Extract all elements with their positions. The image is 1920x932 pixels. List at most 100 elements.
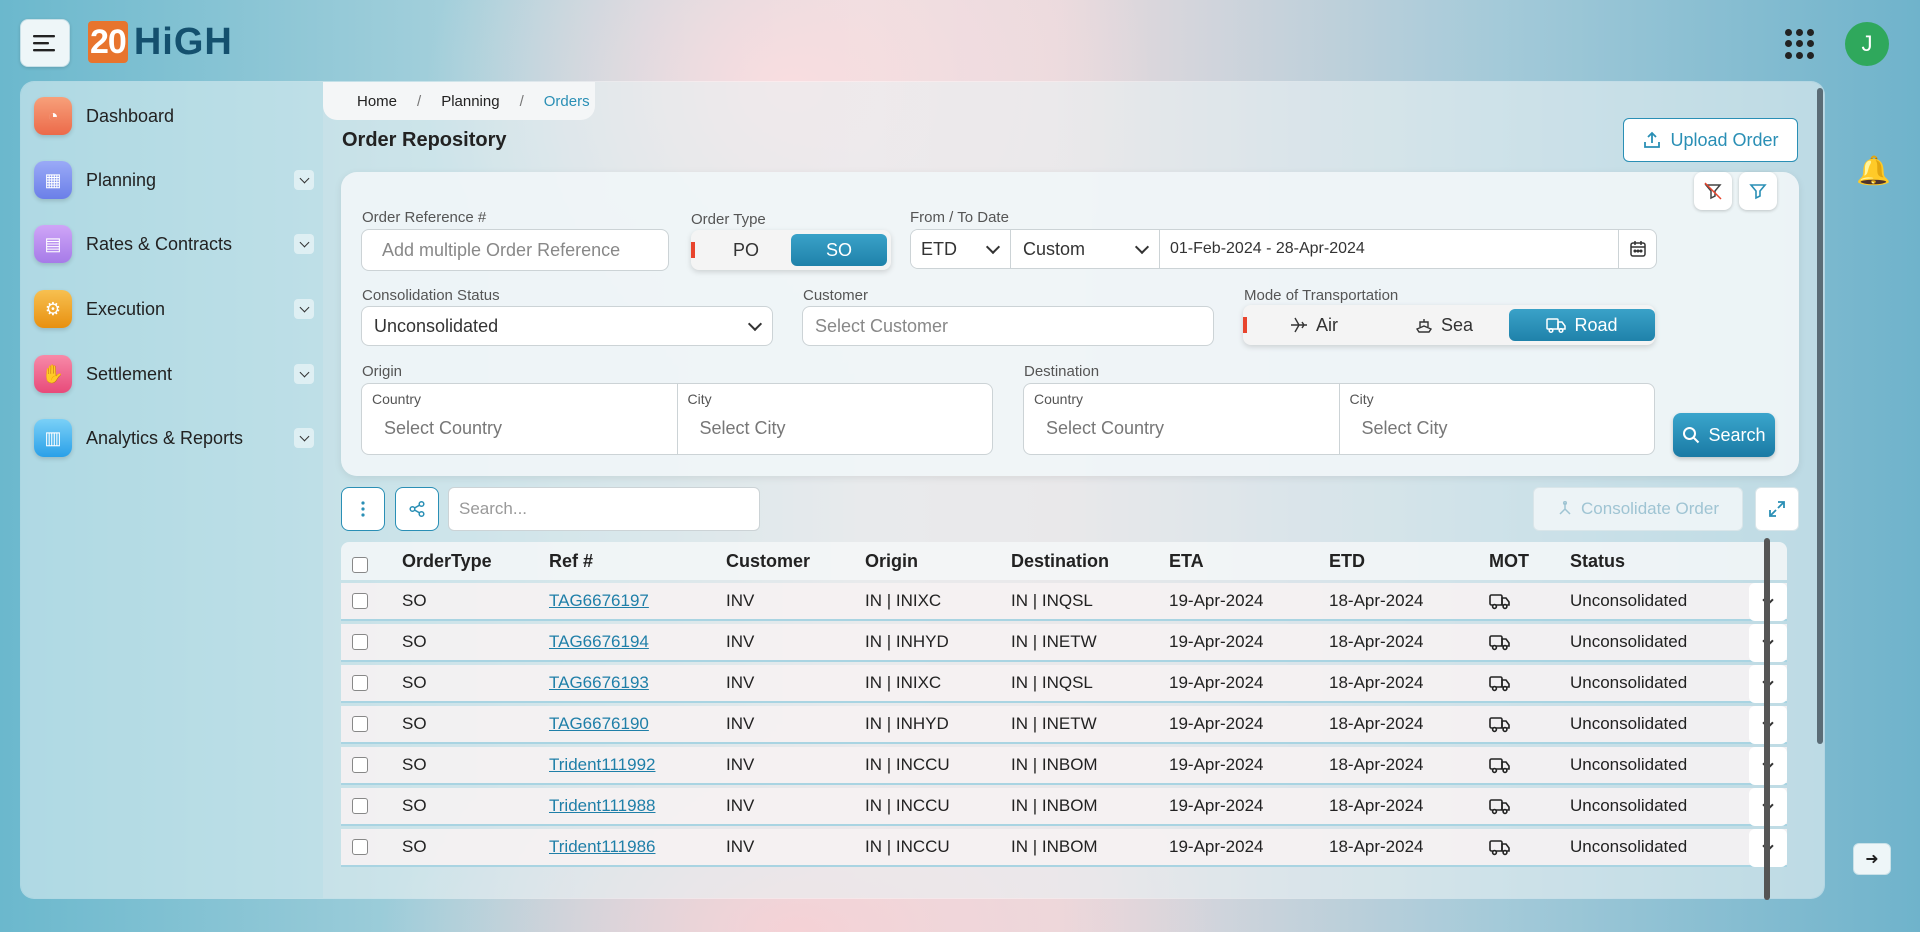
col-ref[interactable]: Ref # — [549, 542, 593, 580]
cell-origin: IN | INIXC — [865, 591, 942, 610]
customer-input[interactable]: Select Customer — [802, 306, 1214, 346]
origin-country-input[interactable]: Select Country — [384, 418, 502, 439]
cell-ref-link[interactable]: Trident111992 — [549, 747, 655, 783]
col-destination[interactable]: Destination — [1011, 542, 1109, 580]
filter-button[interactable] — [1739, 172, 1777, 210]
col-customer[interactable]: Customer — [726, 542, 810, 580]
date-range-input[interactable]: 01-Feb-2024 - 28-Apr-2024 — [1160, 230, 1620, 268]
destination-city-field[interactable]: City Select City — [1340, 384, 1655, 454]
consolidation-value: Unconsolidated — [374, 315, 499, 336]
cell-ref-link[interactable]: Trident111986 — [549, 829, 655, 865]
sidebar-item-analytics-reports[interactable]: ▥ Analytics & Reports — [34, 417, 314, 459]
row-checkbox[interactable] — [352, 583, 368, 619]
sidebar-item-settlement[interactable]: ✋ Settlement — [34, 353, 314, 395]
breadcrumb-home[interactable]: Home — [357, 93, 397, 110]
checkbox[interactable] — [352, 839, 368, 855]
clear-filter-button[interactable] — [1694, 172, 1732, 210]
mot-toggle: Air Sea Road — [1243, 305, 1655, 345]
arrow-right-icon: ➜ — [1865, 851, 1879, 868]
sidebar-item-execution[interactable]: ⚙ Execution — [34, 288, 314, 330]
select-all-checkbox[interactable] — [352, 546, 368, 584]
destination-country-field[interactable]: Country Select Country — [1024, 384, 1340, 454]
cell-ref-link[interactable]: TAG6676190 — [549, 706, 649, 742]
row-checkbox[interactable] — [352, 665, 368, 701]
table-row[interactable]: SO TAG6676197 INV IN | INIXC IN | INQSL 19-Ap… — [341, 583, 1787, 621]
mot-road[interactable]: Road — [1509, 309, 1655, 341]
order-type-so[interactable]: SO — [791, 234, 887, 266]
cell-ref-link[interactable]: TAG6676194 — [549, 624, 649, 660]
order-ref-input[interactable]: Add multiple Order Reference — [361, 229, 669, 271]
col-ordertype[interactable]: OrderType — [402, 542, 492, 580]
row-checkbox[interactable] — [352, 747, 368, 783]
page-scrollbar[interactable] — [1817, 88, 1823, 744]
breadcrumb-planning[interactable]: Planning — [441, 93, 499, 110]
chevron-down-icon[interactable] — [294, 170, 314, 190]
chevron-down-icon[interactable] — [294, 428, 314, 448]
dashboard-icon: ◔ — [34, 97, 72, 135]
sidebar-item-rates-contracts[interactable]: ▤ Rates & Contracts — [34, 223, 314, 265]
consolidation-select[interactable]: Unconsolidated — [361, 306, 773, 346]
sidebar-item-planning[interactable]: ▦ Planning — [34, 159, 314, 201]
table-scrollbar[interactable] — [1764, 538, 1770, 900]
origin-city-input[interactable]: Select City — [700, 418, 786, 439]
chevron-down-icon[interactable] — [294, 234, 314, 254]
mot-sea[interactable]: Sea — [1379, 309, 1509, 341]
row-checkbox[interactable] — [352, 706, 368, 742]
apps-grid-icon[interactable] — [1785, 29, 1815, 59]
fullscreen-button[interactable] — [1755, 487, 1799, 531]
cell-origin: IN | INHYD — [865, 714, 949, 733]
collapse-panel-button[interactable]: ➜ — [1853, 843, 1891, 875]
checkbox[interactable] — [352, 675, 368, 691]
calendar-button[interactable] — [1618, 230, 1656, 268]
origin-city-field[interactable]: City Select City — [678, 384, 993, 454]
user-avatar[interactable]: J — [1845, 22, 1889, 66]
date-field-select[interactable]: ETD — [911, 230, 1011, 268]
truck-icon — [1489, 840, 1510, 856]
col-etd[interactable]: ETD — [1329, 542, 1365, 580]
table-row[interactable]: SO TAG6676193 INV IN | INIXC IN | INQSL 19-Ap… — [341, 665, 1787, 703]
consolidate-order-button[interactable]: Consolidate Order — [1533, 487, 1743, 531]
table-row[interactable]: SO Trident111986 INV IN | INCCU IN | INBOM 19… — [341, 829, 1787, 867]
checkbox[interactable] — [352, 716, 368, 732]
row-checkbox[interactable] — [352, 829, 368, 865]
cell-ref-link[interactable]: TAG6676193 — [549, 665, 649, 701]
mot-air[interactable]: Air — [1249, 309, 1379, 341]
more-options-button[interactable] — [341, 487, 385, 531]
origin-country-field[interactable]: Country Select Country — [362, 384, 678, 454]
truck-icon — [1489, 676, 1510, 692]
destination-city-input[interactable]: Select City — [1362, 418, 1448, 439]
checkbox[interactable] — [352, 634, 368, 650]
order-type-po[interactable]: PO — [701, 234, 791, 266]
mot-road-label: Road — [1574, 314, 1618, 335]
share-button[interactable] — [395, 487, 439, 531]
chevron-down-icon[interactable] — [294, 364, 314, 384]
search-button[interactable]: Search — [1673, 413, 1775, 457]
col-mot[interactable]: MOT — [1489, 542, 1529, 580]
table-row[interactable]: SO TAG6676194 INV IN | INHYD IN | INETW 19-Ap… — [341, 624, 1787, 662]
cell-status: Unconsolidated — [1570, 591, 1688, 610]
cell-ref-link[interactable]: Trident111988 — [549, 788, 655, 824]
col-origin[interactable]: Origin — [865, 542, 918, 580]
col-eta[interactable]: ETA — [1169, 542, 1204, 580]
main-content: Home / Planning / Orders Order Repositor… — [323, 82, 1824, 898]
col-status[interactable]: Status — [1570, 542, 1625, 580]
sidebar-item-dashboard[interactable]: ◔ Dashboard — [34, 95, 314, 137]
table-row[interactable]: SO TAG6676190 INV IN | INHYD IN | INETW 19-Ap… — [341, 706, 1787, 744]
checkbox[interactable] — [352, 757, 368, 773]
row-checkbox[interactable] — [352, 788, 368, 824]
destination-country-input[interactable]: Select Country — [1046, 418, 1164, 439]
grid-search-input[interactable]: Search... — [448, 487, 760, 531]
cell-ref-link[interactable]: TAG6676197 — [549, 583, 649, 619]
upload-order-button[interactable]: Upload Order — [1623, 118, 1798, 162]
date-mode-select[interactable]: Custom — [1011, 230, 1160, 268]
origin-group: Country Select Country City Select City — [361, 383, 993, 455]
notification-bell-icon[interactable]: 🔔 — [1856, 154, 1891, 187]
table-row[interactable]: SO Trident111988 INV IN | INCCU IN | INBOM 19… — [341, 788, 1787, 826]
checkbox[interactable] — [352, 593, 368, 609]
menu-toggle-button[interactable] — [20, 19, 70, 67]
table-row[interactable]: SO Trident111992 INV IN | INCCU IN | INBOM 19… — [341, 747, 1787, 785]
chevron-down-icon[interactable] — [294, 299, 314, 319]
checkbox[interactable] — [352, 798, 368, 814]
checkbox[interactable] — [352, 557, 368, 573]
row-checkbox[interactable] — [352, 624, 368, 660]
